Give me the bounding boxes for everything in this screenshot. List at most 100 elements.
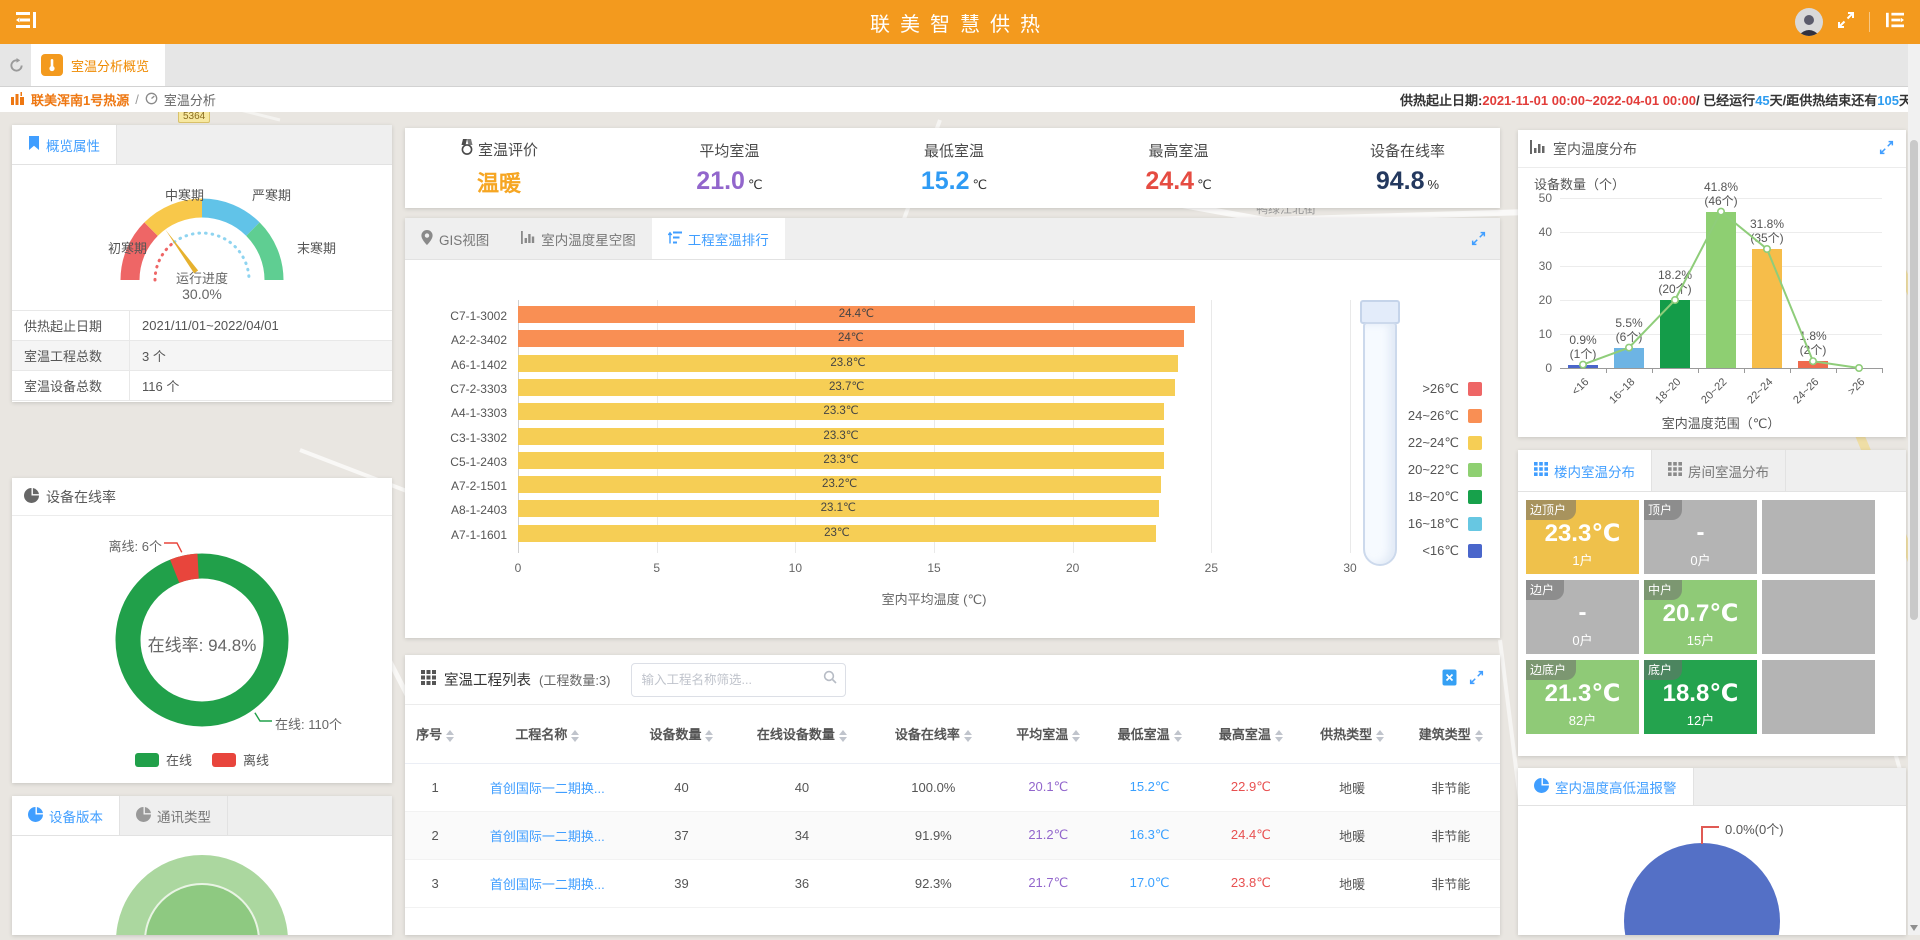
ranking-bar: 23.3℃ xyxy=(518,403,1164,420)
cell-name[interactable]: 首创国际一二期换... xyxy=(465,763,629,811)
column-header[interactable]: 平均室温 xyxy=(996,705,1100,763)
column-header-label: 最低室温 xyxy=(1118,727,1170,742)
building-cell[interactable]: 中户20.7℃15户 xyxy=(1644,580,1757,654)
legend-label: 18~20℃ xyxy=(1408,489,1459,505)
legend-item[interactable]: 20~22℃ xyxy=(1408,456,1482,483)
cell-position-tag: 边顶户 xyxy=(1526,500,1576,520)
gauge-segment-label: 严寒期 xyxy=(252,185,291,204)
ranking-bar: 23.1℃ xyxy=(518,500,1159,517)
overview-row: 室温设备总数116 个 xyxy=(12,371,392,401)
gauge-progress-value: 30.0% xyxy=(12,286,392,302)
column-header[interactable]: 最低室温 xyxy=(1100,705,1199,763)
dist-bar xyxy=(1568,365,1598,368)
tab-device-version[interactable]: 设备版本 xyxy=(12,796,120,835)
column-header[interactable]: 设备数量 xyxy=(629,705,733,763)
legend-item[interactable]: 18~20℃ xyxy=(1408,483,1482,510)
scrollbar-thumb[interactable] xyxy=(1910,140,1918,620)
search-icon[interactable] xyxy=(823,670,837,689)
callout-line xyxy=(1701,826,1703,844)
tab-rank[interactable]: 工程室温排行 xyxy=(652,218,785,259)
tab-overview-attrs[interactable]: 概览属性 xyxy=(12,125,117,164)
sort-caret-icon[interactable] xyxy=(446,730,454,742)
tab-comm-type[interactable]: 通讯类型 xyxy=(120,796,228,835)
sort-caret-icon[interactable] xyxy=(571,730,579,742)
right-drawer-icon[interactable] xyxy=(1884,11,1906,34)
breadcrumb-source-link[interactable]: 联美浑南1号热源 xyxy=(31,90,129,109)
x-axis-line xyxy=(1560,368,1882,369)
building-cell[interactable]: 边底户21.3℃82户 xyxy=(1526,660,1639,734)
projects-title: 室温工程列表 xyxy=(444,669,531,690)
sidebar-collapse-icon[interactable] xyxy=(14,10,38,35)
sort-caret-icon[interactable] xyxy=(1174,730,1182,742)
expand-icon[interactable] xyxy=(1469,670,1484,690)
cell-temperature: 23.3℃ xyxy=(1526,519,1639,548)
fullscreen-icon[interactable] xyxy=(1837,11,1855,34)
tab-room-temp[interactable]: 房间室温分布 xyxy=(1652,450,1786,491)
online-rate-center-text: 在线率: 94.8% xyxy=(12,631,392,656)
cell-name[interactable]: 首创国际一二期换... xyxy=(465,859,629,907)
grid-icon xyxy=(1668,462,1682,479)
pin-icon xyxy=(421,230,433,248)
overview-row-label: 室温工程总数 xyxy=(12,341,130,370)
legend-item[interactable]: <16℃ xyxy=(1408,537,1482,564)
scrollbar-down-arrow[interactable] xyxy=(1910,925,1918,931)
building-cell-empty xyxy=(1762,500,1875,574)
tab-chart[interactable]: 室内温度星空图 xyxy=(505,218,652,259)
column-header-label: 设备数量 xyxy=(649,727,701,742)
cell-household-count: 0户 xyxy=(1526,630,1639,649)
cell-online: 36 xyxy=(733,859,870,907)
sort-caret-icon[interactable] xyxy=(1376,730,1384,742)
sort-caret-icon[interactable] xyxy=(705,730,713,742)
expand-icon[interactable] xyxy=(1879,140,1894,158)
bar-value-label: 23.3℃ xyxy=(518,452,1164,469)
building-cell[interactable]: 顶户-0户 xyxy=(1644,500,1757,574)
refresh-icon[interactable] xyxy=(0,44,31,86)
legend-item[interactable]: 24~26℃ xyxy=(1408,402,1482,429)
building-cell[interactable]: 边户-0户 xyxy=(1526,580,1639,654)
tab-pin[interactable]: GIS视图 xyxy=(405,218,505,259)
column-header[interactable]: 工程名称 xyxy=(465,705,629,763)
project-search-input[interactable] xyxy=(642,673,823,687)
stat-unit: % xyxy=(1428,177,1440,192)
excel-export-icon[interactable] xyxy=(1442,669,1457,691)
overview-row-label: 室温设备总数 xyxy=(12,371,130,400)
legend-item[interactable]: 16~18℃ xyxy=(1408,510,1482,537)
y-category-label: C7-1-3002 xyxy=(407,309,507,323)
axis-tick xyxy=(1606,368,1607,373)
building-cell[interactable]: 底户18.8℃12户 xyxy=(1644,660,1757,734)
y-category-label: C3-1-3302 xyxy=(407,431,507,445)
building-cell[interactable]: 边顶户23.3℃1户 xyxy=(1526,500,1639,574)
ranking-chart-panel: GIS视图室内温度星空图工程室温排行 051015202530C7-1-3002… xyxy=(405,218,1500,638)
ranking-bar: 24℃ xyxy=(518,330,1184,347)
tab-room-temp-overview[interactable]: 室温分析概览 xyxy=(31,44,165,86)
column-header[interactable]: 供热类型 xyxy=(1303,705,1402,763)
table-row: 1首创国际一二期换...4040100.0%20.1℃15.2℃22.9℃地暖非… xyxy=(405,763,1500,811)
column-header[interactable]: 在线设备数量 xyxy=(733,705,870,763)
breadcrumb-current: 室温分析 xyxy=(164,90,216,109)
stat-label: 最高室温 xyxy=(1145,140,1211,161)
sort-caret-icon[interactable] xyxy=(1275,730,1283,742)
sort-caret-icon[interactable] xyxy=(839,730,847,742)
sort-caret-icon[interactable] xyxy=(1072,730,1080,742)
tab-temp-alarm[interactable]: 室内温度高低温报警 xyxy=(1518,768,1694,805)
expand-icon[interactable] xyxy=(1471,218,1500,259)
column-header[interactable]: 设备在线率 xyxy=(870,705,996,763)
pie-icon xyxy=(136,807,151,825)
legend-item[interactable]: 22~24℃ xyxy=(1408,429,1482,456)
x-tick-label: >26 xyxy=(1826,376,1867,417)
legend-item[interactable]: >26℃ xyxy=(1408,375,1482,402)
sort-caret-icon[interactable] xyxy=(1475,730,1483,742)
tab-building-temp[interactable]: 楼内室温分布 xyxy=(1518,450,1652,491)
sort-caret-icon[interactable] xyxy=(964,730,972,742)
tab-label: 室内温度星空图 xyxy=(541,229,636,249)
cell-name[interactable]: 首创国际一二期换... xyxy=(465,811,629,859)
cell-temperature: 21.3℃ xyxy=(1526,679,1639,708)
column-header[interactable]: 序号 xyxy=(405,705,465,763)
column-header[interactable]: 建筑类型 xyxy=(1401,705,1500,763)
legend-item[interactable]: 在线 xyxy=(135,750,192,769)
legend-item[interactable]: 离线 xyxy=(212,750,269,769)
axis-tick xyxy=(1836,368,1837,373)
x-tick-label: 20~22 xyxy=(1688,376,1729,417)
user-avatar[interactable] xyxy=(1795,8,1823,36)
column-header[interactable]: 最高室温 xyxy=(1199,705,1303,763)
